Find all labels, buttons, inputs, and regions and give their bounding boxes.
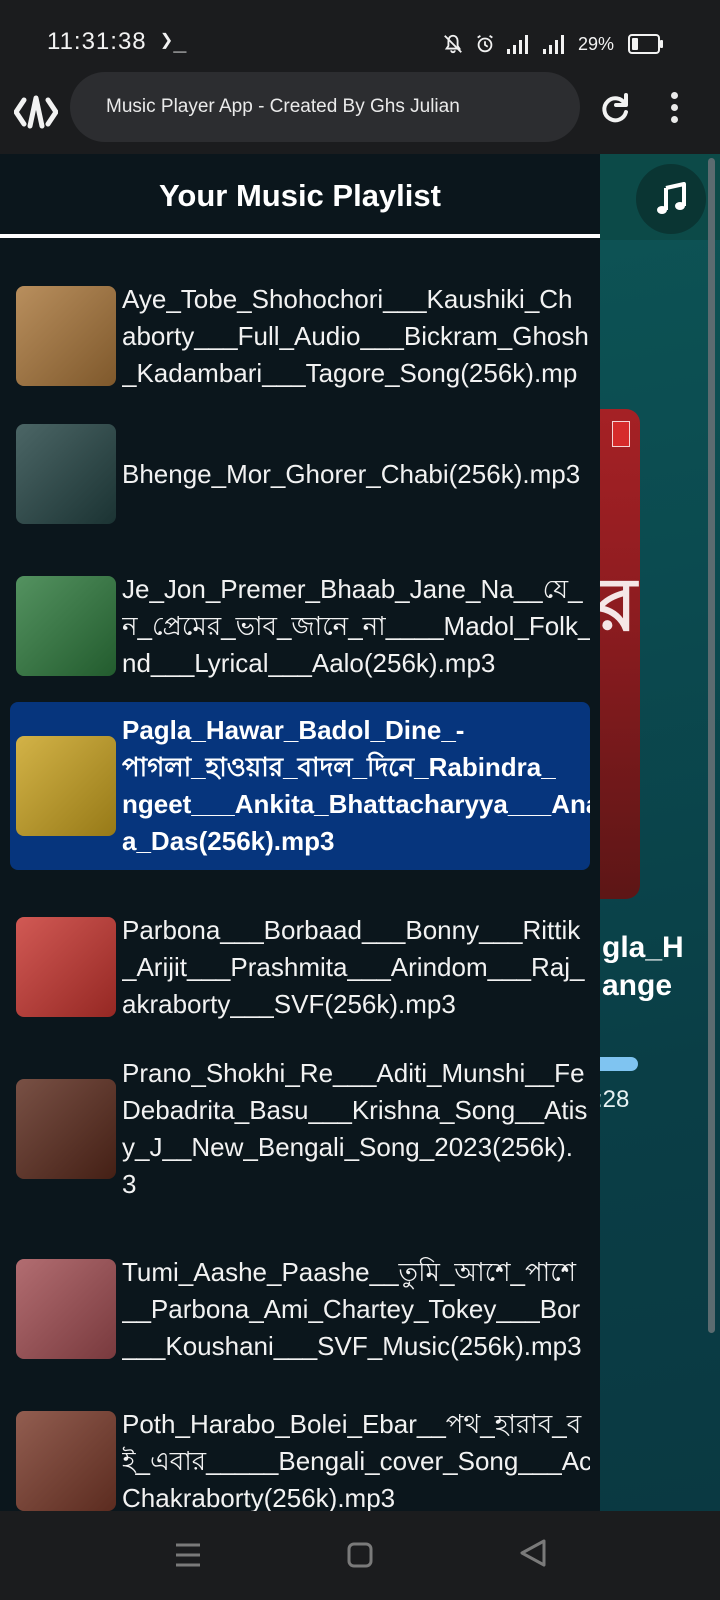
web-content: র gla_H ange :28 Your Music Playlist Aye… xyxy=(0,154,720,1511)
label-logo-icon xyxy=(612,421,630,447)
song-thumbnail xyxy=(16,736,116,836)
playlist-item[interactable]: Poth_Harabo_Bolei_Ebar__পথ_হারাব_ব ই_এবা… xyxy=(10,1396,590,1511)
status-icons: 29% xyxy=(442,30,663,58)
song-title: Je_Jon_Premer_Bhaab_Jane_Na__যে_ ন_প্রেম… xyxy=(122,573,590,678)
song-thumbnail xyxy=(16,1259,116,1359)
song-thumbnail xyxy=(16,917,116,1017)
cover-glyph: র xyxy=(596,563,637,646)
playlist-item[interactable]: Tumi_Aashe_Paashe__তুমি_আশে_পাশে __Parbo… xyxy=(10,1244,590,1374)
thumbnail-art xyxy=(16,917,116,1017)
playlist-item[interactable]: Aye_Tobe_Shohochori___Kaushiki_Ch aborty… xyxy=(10,271,590,401)
mute-bell-icon xyxy=(444,34,462,54)
now-playing-title: gla_H ange xyxy=(602,929,684,1005)
battery-percent: 29% xyxy=(577,33,614,54)
song-title: Pagla_Hawar_Badol_Dine_- পাগলা_হাওয়ার_ব… xyxy=(122,715,590,856)
playlist-drawer: Your Music Playlist Aye_Tobe_Shohochori_… xyxy=(0,154,600,1511)
playlist-item[interactable]: Je_Jon_Premer_Bhaab_Jane_Na__যে_ ন_প্রেম… xyxy=(10,566,590,686)
thumbnail-art xyxy=(16,424,116,524)
signal-icon xyxy=(542,35,564,54)
now-playing-title-line: ange xyxy=(602,969,673,1002)
battery-icon xyxy=(628,34,663,54)
divider xyxy=(0,234,600,238)
current-time: :28 xyxy=(596,1086,630,1113)
playlist-item[interactable]: Parbona___Borbaad___Bonny___Rittik _Arij… xyxy=(10,902,590,1032)
playlist-heading: Your Music Playlist xyxy=(159,178,441,213)
alarm-icon xyxy=(477,34,493,53)
playlist-item[interactable]: Bhenge_Mor_Ghorer_Chabi(256k).mp3 xyxy=(10,419,590,529)
song-title: Parbona___Borbaad___Bonny___Rittik _Arij… xyxy=(122,914,585,1019)
thumbnail-art xyxy=(16,1079,116,1179)
song-thumbnail xyxy=(16,1079,116,1179)
now-playing-title-line: gla_H xyxy=(602,931,684,964)
thumbnail-art xyxy=(16,576,116,676)
song-title: Aye_Tobe_Shohochori___Kaushiki_Ch aborty… xyxy=(122,283,589,388)
app-logo-icon[interactable] xyxy=(14,92,58,132)
song-thumbnail xyxy=(16,424,116,524)
song-title: Poth_Harabo_Bolei_Ebar__পথ_হারাব_ব ই_এবা… xyxy=(122,1408,590,1512)
thumbnail-art xyxy=(16,286,116,386)
terminal-prompt-icon: ❯_ xyxy=(160,28,187,53)
playlist-item[interactable]: Pagla_Hawar_Badol_Dine_- পাগলা_হাওয়ার_ব… xyxy=(10,702,590,870)
playlist-toggle-button[interactable] xyxy=(636,164,706,234)
recents-icon[interactable] xyxy=(168,1535,208,1575)
music-note-icon xyxy=(657,182,686,214)
back-icon[interactable] xyxy=(514,1533,554,1573)
song-title: Bhenge_Mor_Ghorer_Chabi(256k).mp3 xyxy=(122,458,581,489)
thumbnail-art xyxy=(16,1259,116,1359)
song-thumbnail xyxy=(16,1411,116,1511)
thumbnail-art xyxy=(16,1411,116,1511)
status-bar: 11:31:38 ❯_ 29% xyxy=(0,0,720,72)
thumbnail-art xyxy=(16,736,116,836)
signal-icon xyxy=(506,35,528,54)
status-time: 11:31:38 xyxy=(47,28,147,55)
song-title: Prano_Shokhi_Re___Aditi_Munshi__Fe Debad… xyxy=(122,1058,588,1199)
page-title: Music Player App - Created By Ghs Julian xyxy=(106,96,460,117)
kebab-menu-icon[interactable] xyxy=(668,88,680,128)
url-bar[interactable]: Music Player App - Created By Ghs Julian xyxy=(70,72,580,142)
system-nav-bar xyxy=(0,1511,720,1600)
home-icon[interactable] xyxy=(340,1535,380,1575)
playlist-item[interactable]: Prano_Shokhi_Re___Aditi_Munshi__Fe Debad… xyxy=(10,1054,590,1204)
song-title: Tumi_Aashe_Paashe__তুমি_আশে_পাশে __Parbo… xyxy=(122,1256,582,1361)
browser-toolbar: Music Player App - Created By Ghs Julian xyxy=(0,72,720,154)
song-thumbnail xyxy=(16,286,116,386)
scrollbar[interactable] xyxy=(708,158,715,1333)
song-thumbnail xyxy=(16,576,116,676)
reload-icon[interactable] xyxy=(598,92,632,126)
